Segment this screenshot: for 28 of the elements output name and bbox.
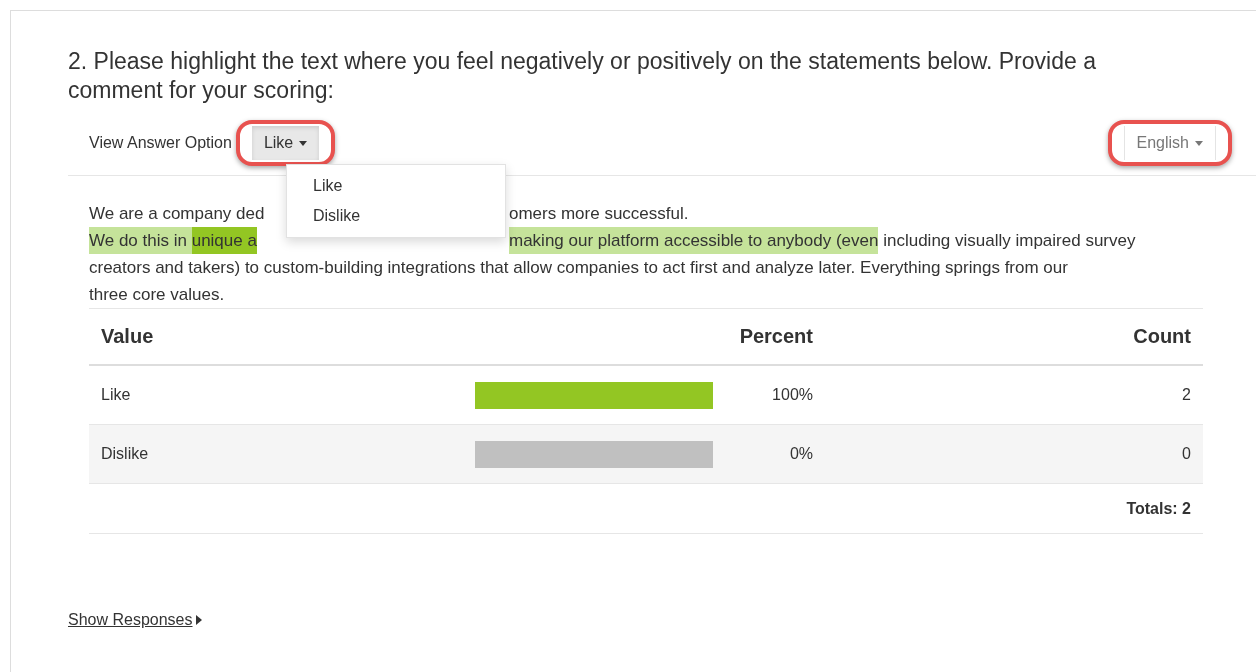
passage-text: including visually impaired survey: [882, 230, 1136, 252]
caret-icon: [1195, 140, 1203, 146]
table-cell-text: Dislike: [100, 445, 150, 463]
column-header: Percent: [738, 325, 813, 348]
show-responses-link[interactable]: Show Responses: [68, 611, 202, 629]
passage-text: omers more successful.: [509, 203, 689, 225]
view-answer-label: View Answer Option: [89, 134, 232, 152]
menu-item[interactable]: Dislike: [287, 201, 505, 231]
highlighted-text: We do this in: [89, 227, 192, 254]
question-title: 2. Please highlight the text where you feel negatively or positively on the statements below. Provide a comment for your scoring:: [68, 47, 1097, 105]
highlighted-text: unique a: [191, 227, 257, 254]
table-cell-text: 2: [1181, 386, 1191, 404]
column-header: Value: [100, 325, 155, 348]
totals-text: Totals: 2: [1126, 499, 1191, 518]
triangle-icon: [195, 615, 202, 625]
menu-item[interactable]: Like: [287, 171, 505, 201]
table-cell-text: 100%: [771, 386, 813, 404]
table-cell-text: 0%: [788, 445, 813, 463]
caret-icon: [299, 140, 308, 146]
passage-text: three core values.: [89, 284, 225, 306]
highlighted-text: making our platform accessible to anybody (even: [509, 227, 879, 254]
table-cell-text: 0: [1181, 445, 1191, 463]
passage-text: creators and takers) to custom-building integrations that allow companies to act first and analyze later. Everything springs from our: [89, 257, 1068, 279]
language-dropdown-button[interactable]: English: [1123, 126, 1216, 160]
column-header: Count: [1132, 325, 1191, 348]
option-dropdown-button[interactable]: Like: [251, 126, 320, 160]
table-cell-text: Like: [100, 386, 132, 404]
passage-text: We are a company ded: [89, 203, 265, 225]
